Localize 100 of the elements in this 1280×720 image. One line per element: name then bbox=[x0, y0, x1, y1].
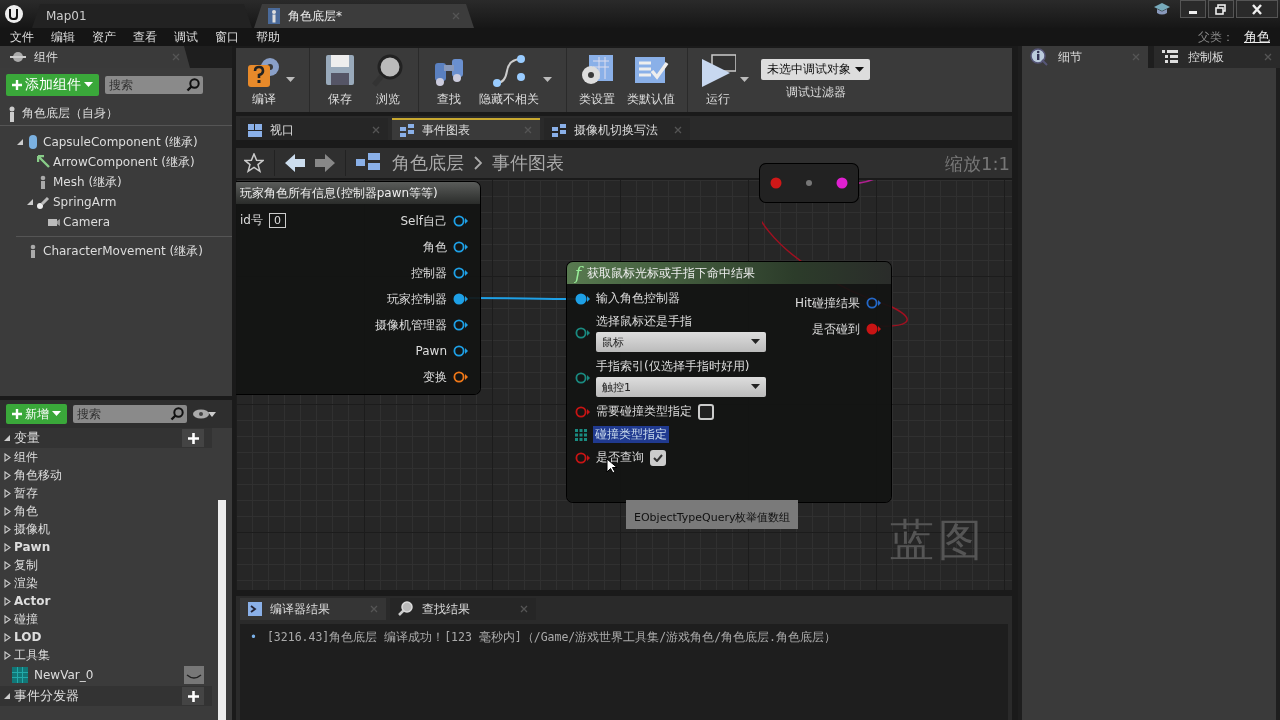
component-item[interactable]: ArrowComponent (继承) bbox=[53, 153, 195, 171]
menu-item[interactable]: 查看 bbox=[133, 28, 157, 46]
search-icon[interactable] bbox=[183, 76, 203, 94]
checkbox[interactable] bbox=[650, 449, 666, 466]
collapse-arrow-icon[interactable] bbox=[4, 434, 11, 442]
scrollbar-thumb[interactable] bbox=[218, 500, 226, 720]
expand-arrow-icon[interactable] bbox=[4, 488, 11, 498]
caret-icon[interactable] bbox=[740, 77, 749, 83]
component-item[interactable]: CharacterMovement (继承) bbox=[43, 242, 203, 260]
menu-item[interactable]: 文件 bbox=[10, 28, 34, 46]
component-item[interactable]: Camera bbox=[63, 215, 111, 229]
value-field[interactable]: 0 bbox=[268, 213, 286, 228]
caret-icon[interactable] bbox=[751, 339, 760, 345]
document-tab[interactable]: 事件图表 bbox=[392, 118, 540, 140]
restore-icon[interactable] bbox=[1215, 3, 1227, 15]
category-item[interactable]: 碰撞 bbox=[14, 610, 38, 628]
toolbar-button[interactable]: 编译 bbox=[240, 51, 288, 112]
panel-tab[interactable]: 查找结果 bbox=[390, 598, 536, 620]
component-item[interactable]: 角色底层（自身） bbox=[22, 105, 118, 122]
pin-label: 手指索引(仅选择手指时好用) bbox=[596, 358, 751, 375]
category-item[interactable]: 复制 bbox=[14, 556, 38, 574]
component-item[interactable]: SpringArm bbox=[53, 195, 117, 209]
node-title: 玩家角色所有信息(控制器pawn等等) bbox=[236, 182, 480, 204]
forward-arrow-icon[interactable] bbox=[315, 153, 335, 173]
menu-item[interactable]: 编辑 bbox=[51, 28, 75, 46]
category-item[interactable]: Pawn bbox=[14, 540, 51, 554]
toolbar-button[interactable]: 保存 bbox=[316, 51, 364, 112]
expand-arrow-icon[interactable] bbox=[4, 542, 11, 552]
document-tab[interactable]: 摄像机切换写法 bbox=[544, 118, 690, 140]
expand-arrow-icon[interactable] bbox=[4, 596, 11, 606]
toolbar-button[interactable]: 运行 bbox=[694, 51, 742, 112]
breadcrumb-link[interactable]: 角色底层 bbox=[392, 151, 464, 175]
chevron-icon bbox=[474, 156, 482, 170]
category-item[interactable]: 角色 bbox=[14, 502, 38, 520]
search-field[interactable]: 搜索 bbox=[73, 405, 167, 423]
blueprint-node[interactable] bbox=[760, 164, 858, 202]
collapse-arrow-icon[interactable] bbox=[16, 138, 24, 146]
blueprint-node[interactable]: f 获取鼠标光标或手指下命中结果 输入角色控制器 选择鼠标还是手指 鼠标 手指索引(仅选择手指时好用) 触控1 需要碰撞类型指定 碰撞类型指定 是否查询 Hit碰撞结果 是否碰到 bbox=[567, 262, 891, 502]
document-tab[interactable]: 角色底层* bbox=[254, 4, 474, 28]
pin-label: 是否查询 bbox=[596, 449, 644, 466]
category-item[interactable]: 暂存 bbox=[14, 484, 38, 502]
graduation-cap-icon[interactable] bbox=[1154, 2, 1170, 16]
menu-item[interactable]: 资产 bbox=[92, 28, 116, 46]
toolbar-button[interactable]: 类默认值 bbox=[621, 51, 681, 112]
debug-object-dropdown[interactable]: 未选中调试对象 bbox=[761, 59, 870, 80]
dropdown[interactable]: 鼠标 bbox=[596, 332, 766, 352]
panel-tab[interactable]: 控制板 bbox=[1154, 46, 1280, 68]
expand-arrow-icon[interactable] bbox=[4, 614, 11, 624]
category-item[interactable]: 摄像机 bbox=[14, 520, 50, 538]
expand-arrow-icon[interactable] bbox=[4, 560, 11, 570]
expand-arrow-icon[interactable] bbox=[4, 470, 11, 480]
category-item[interactable]: 角色移动 bbox=[14, 466, 62, 484]
category-item[interactable]: 组件 bbox=[14, 448, 38, 466]
menu-item[interactable]: 窗口 bbox=[215, 28, 239, 46]
category-item[interactable]: Actor bbox=[14, 594, 51, 608]
expand-arrow-icon[interactable] bbox=[4, 506, 11, 516]
document-tab[interactable]: Map01 bbox=[32, 4, 252, 28]
caret-icon[interactable] bbox=[286, 77, 295, 83]
component-item[interactable]: Mesh (继承) bbox=[53, 173, 122, 191]
caret-icon[interactable] bbox=[855, 66, 864, 73]
expand-arrow-icon[interactable] bbox=[4, 578, 11, 588]
graph-icon bbox=[400, 123, 414, 137]
caret-icon[interactable] bbox=[751, 384, 760, 390]
expand-arrow-icon[interactable] bbox=[4, 452, 11, 462]
toolbar-button[interactable]: 查找 bbox=[425, 51, 473, 112]
menu-item[interactable]: 帮助 bbox=[256, 28, 280, 46]
panel-tab[interactable]: 组件 bbox=[0, 46, 190, 68]
category-item[interactable]: LOD bbox=[14, 630, 42, 644]
category-item[interactable]: 渲染 bbox=[14, 574, 38, 592]
panel-tab[interactable]: 细节 bbox=[1022, 46, 1148, 68]
add-button[interactable] bbox=[182, 687, 204, 705]
variable-type-icon[interactable] bbox=[184, 666, 204, 684]
collapse-arrow-icon[interactable] bbox=[4, 692, 11, 700]
checkbox[interactable] bbox=[698, 403, 714, 420]
favorite-star-icon[interactable] bbox=[244, 153, 264, 173]
category-item[interactable]: 工具集 bbox=[14, 646, 50, 664]
expand-arrow-icon[interactable] bbox=[4, 524, 11, 534]
toolbar-button[interactable]: 浏览 bbox=[364, 51, 412, 112]
blueprint-node[interactable]: 玩家角色所有信息(控制器pawn等等) id号 0 Self自己 角色 控制器 玩家控制器 摄像机管理器 Pawn 变换 bbox=[236, 182, 480, 394]
variable-item[interactable]: NewVar_0 bbox=[34, 668, 178, 682]
menu-item[interactable]: 调试 bbox=[174, 28, 198, 46]
caret-icon[interactable] bbox=[543, 77, 552, 83]
breadcrumb-link[interactable]: 事件图表 bbox=[492, 151, 564, 175]
expand-arrow-icon[interactable] bbox=[4, 632, 11, 642]
add-button[interactable] bbox=[182, 429, 204, 447]
search-icon[interactable] bbox=[167, 405, 187, 423]
parent-class-link[interactable]: 角色 bbox=[1244, 28, 1270, 46]
panel-tab[interactable]: 编译器结果 bbox=[240, 598, 386, 620]
pin-label: 变换 bbox=[423, 368, 447, 386]
collapse-arrow-icon[interactable] bbox=[26, 198, 34, 206]
search-field[interactable]: 搜索 bbox=[105, 76, 183, 94]
dropdown[interactable]: 触控1 bbox=[596, 377, 766, 397]
toolbar-button[interactable]: 隐藏不相关 bbox=[473, 51, 545, 112]
toolbar-button[interactable]: 类设置 bbox=[573, 51, 621, 112]
back-arrow-icon[interactable] bbox=[285, 153, 305, 173]
component-item[interactable]: CapsuleComponent (继承) bbox=[43, 133, 198, 151]
engine-logo-icon[interactable] bbox=[4, 4, 24, 24]
eye-icon[interactable] bbox=[193, 409, 217, 419]
expand-arrow-icon[interactable] bbox=[4, 650, 11, 660]
document-tab[interactable]: 视口 bbox=[240, 118, 388, 140]
